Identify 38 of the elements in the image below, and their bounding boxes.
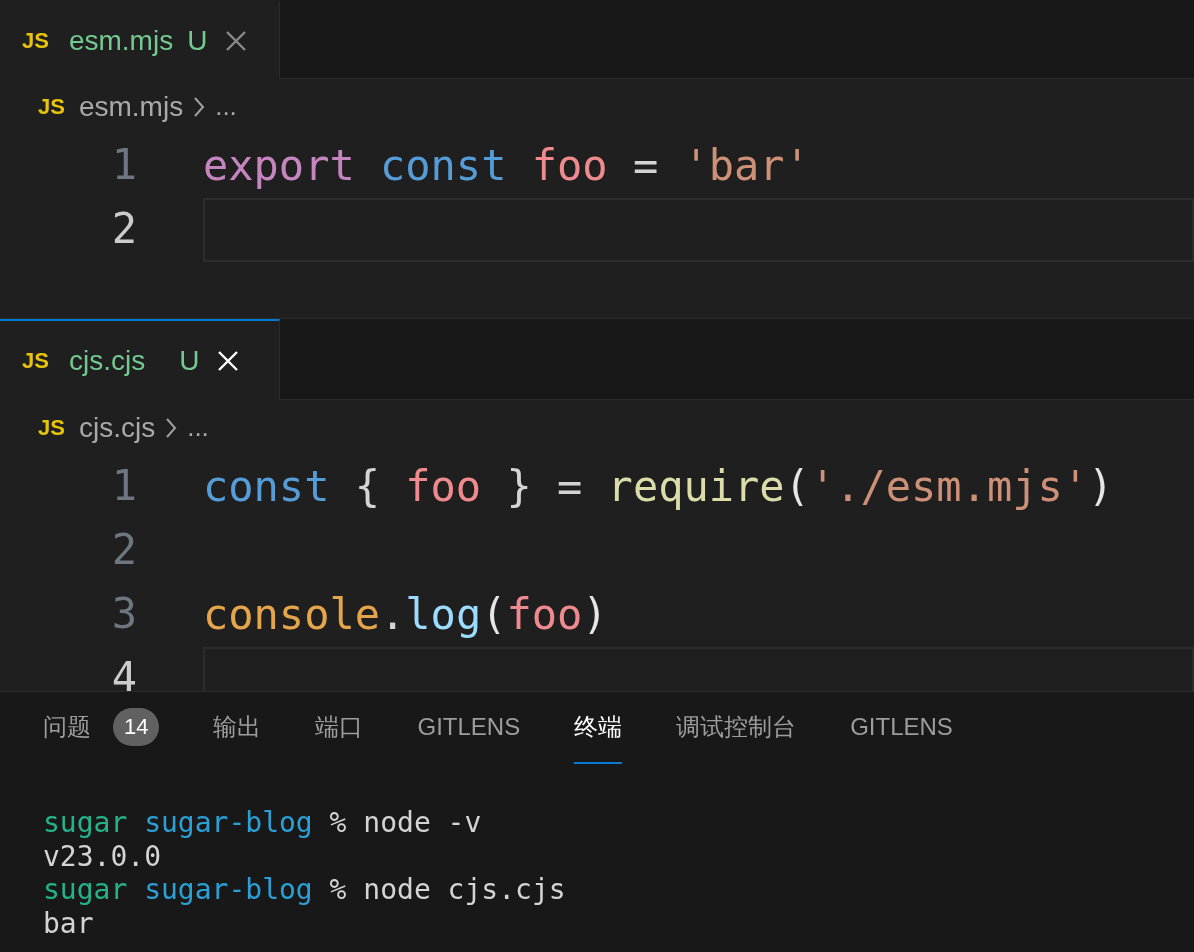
line-number: 2 (110, 212, 137, 246)
breadcrumb-item[interactable]: ... (187, 412, 209, 443)
editor-tab[interactable]: JS esm.mjs U (0, 0, 280, 79)
breadcrumb-item[interactable]: ... (215, 91, 237, 122)
line-number: 2 (110, 533, 137, 567)
close-icon (225, 29, 248, 52)
line-number: 1 (110, 469, 137, 503)
terminal-line: bar (43, 906, 94, 940)
untracked-status: U (187, 24, 208, 57)
panel-tab[interactable]: 输出 (213, 711, 262, 743)
chevron-right-icon (193, 95, 206, 118)
panel-tab[interactable]: 调试控制台 (676, 711, 797, 743)
js-file-icon: JS (22, 347, 49, 374)
code-line: const { foo } = require('./esm.mjs') (203, 461, 1115, 513)
terminal-line: sugar sugar-blog % node -v (43, 806, 482, 840)
chevron-right-icon (165, 416, 178, 439)
file-name: cjs.cjs (68, 344, 146, 377)
file-name: esm.mjs (68, 24, 174, 57)
panel-tab[interactable]: GITLENS (850, 713, 953, 741)
close-icon (217, 349, 240, 372)
js-file-icon: JS (22, 27, 49, 54)
panel-tab[interactable]: GITLENS (417, 713, 521, 741)
panel-tab[interactable]: 端口 (315, 711, 364, 743)
panel-tab[interactable]: 问题 (43, 711, 91, 743)
untracked-status: U (179, 344, 200, 377)
js-file-icon: JS (38, 414, 65, 441)
panel-tab[interactable]: 终端 (574, 711, 623, 743)
code-line: export const foo = 'bar' (203, 140, 811, 192)
breadcrumb-item[interactable]: cjs.cjs (78, 411, 156, 444)
terminal-line: sugar sugar-blog % node cjs.cjs (43, 873, 566, 907)
breadcrumb-item[interactable]: esm.mjs (78, 90, 184, 123)
line-number: 1 (110, 148, 137, 182)
editor-tab[interactable]: JS cjs.cjs U (0, 319, 280, 400)
js-file-icon: JS (38, 93, 65, 120)
code-line: console.log(foo) (203, 589, 609, 641)
terminal-line: v23.0.0 (43, 839, 161, 873)
count-badge: 14 (113, 708, 160, 746)
line-number: 3 (110, 597, 137, 631)
